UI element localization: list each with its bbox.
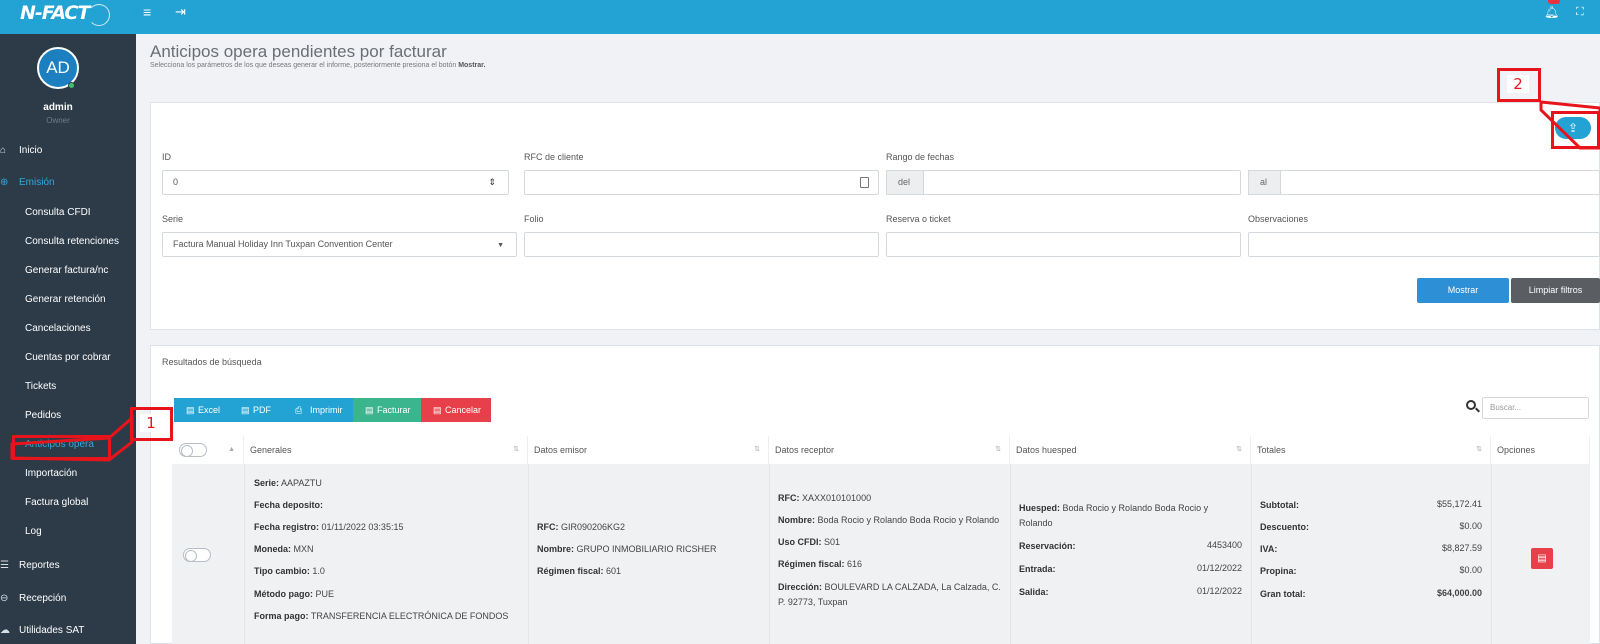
annotation-arrows <box>10 100 1600 462</box>
annotation-number-2: 2 <box>1507 75 1529 93</box>
annotation-arrow-2 <box>1539 100 1600 150</box>
annotation-arrow-1 <box>10 414 134 462</box>
annotation-number-1: 1 <box>140 414 162 432</box>
